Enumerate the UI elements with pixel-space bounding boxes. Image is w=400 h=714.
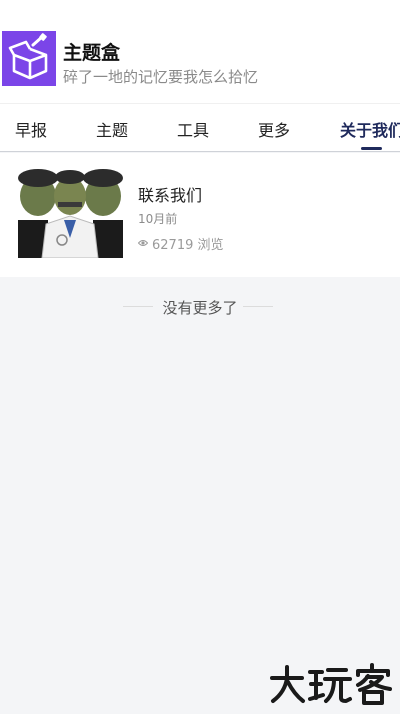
item-title[interactable]: 联系我们: [138, 182, 202, 206]
no-more-indicator: 没有更多了: [0, 296, 400, 318]
watermark-logo: [268, 662, 394, 706]
tab-more[interactable]: 更多: [258, 117, 290, 141]
tab-themes[interactable]: 主题: [96, 117, 128, 141]
tab-tools[interactable]: 工具: [177, 117, 209, 141]
eye-icon: [137, 236, 149, 251]
no-more-text: 没有更多了: [162, 299, 238, 317]
app-subtitle: 碎了一地的记忆要我怎么拾忆: [63, 68, 259, 86]
item-timestamp: 10月前: [138, 212, 178, 226]
item-views-count: 62719 浏览: [152, 238, 224, 253]
tab-daily[interactable]: 早报: [15, 117, 47, 141]
app-screen: 主题盒 碎了一地的记忆要我怎么拾忆 早报 主题 工具 更多 关于我们 联系我们 …: [0, 0, 400, 714]
tab-about-us[interactable]: 关于我们: [340, 117, 400, 141]
item-views: 62719 浏览: [137, 234, 224, 253]
app-title: 主题盒: [63, 42, 121, 64]
app-header: 主题盒 碎了一地的记忆要我怎么拾忆: [0, 0, 400, 103]
active-tab-indicator: [361, 147, 382, 150]
list-item[interactable]: 联系我们 10月前 62719 浏览: [0, 153, 400, 277]
item-thumbnail: [18, 168, 123, 258]
box-logo-icon: [8, 33, 48, 80]
divider-right: [243, 306, 273, 307]
tab-bar: 早报 主题 工具 更多 关于我们: [0, 103, 400, 152]
app-logo: [2, 31, 56, 86]
